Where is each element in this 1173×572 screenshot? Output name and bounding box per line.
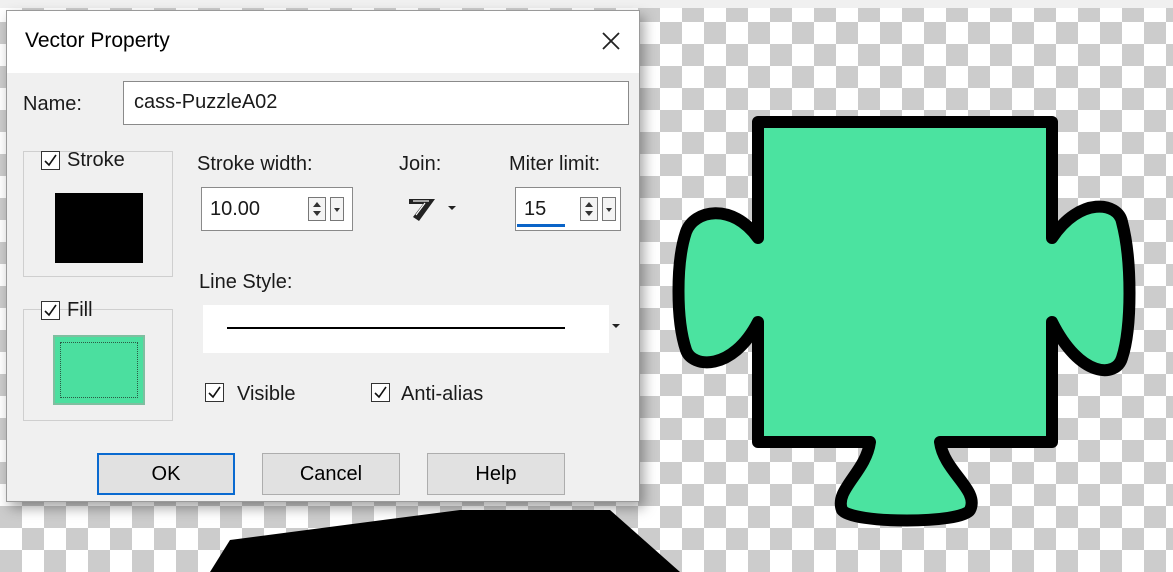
miter-limit-value[interactable]: 15 xyxy=(524,198,546,221)
canvas-dark-shape xyxy=(210,510,680,572)
ok-button[interactable]: OK xyxy=(97,453,235,495)
dialog-title: Vector Property xyxy=(25,29,170,52)
fill-checkbox[interactable] xyxy=(41,301,60,320)
anti-alias-label: Anti-alias xyxy=(401,383,484,405)
line-style-select[interactable] xyxy=(203,305,609,353)
chevron-down-icon xyxy=(606,208,612,212)
chevron-down-icon xyxy=(334,208,340,212)
stroke-label: Stroke xyxy=(67,149,125,171)
miter-limit-focus-underline xyxy=(517,224,565,227)
help-button[interactable]: Help xyxy=(427,453,565,495)
checkmark-icon xyxy=(208,386,221,399)
join-label: Join: xyxy=(399,153,442,175)
stroke-width-updown[interactable] xyxy=(308,197,326,221)
fill-focus-outline xyxy=(60,342,138,398)
vector-property-dialog: Vector Property Name: Stroke Fill Stroke… xyxy=(6,10,640,502)
miter-limit-dropdown[interactable] xyxy=(602,197,616,221)
chevron-down-icon xyxy=(448,206,456,210)
checkmark-icon xyxy=(44,154,57,167)
stroke-checkbox[interactable] xyxy=(41,151,60,170)
stroke-width-label: Stroke width: xyxy=(197,153,313,175)
fill-color-swatch[interactable] xyxy=(53,335,145,405)
spin-arrows-icon xyxy=(313,202,321,216)
close-button[interactable] xyxy=(589,21,633,61)
spin-arrows-icon xyxy=(585,202,593,216)
checkmark-icon xyxy=(44,304,57,317)
chevron-down-icon[interactable] xyxy=(611,321,621,331)
stroke-width-value[interactable]: 10.00 xyxy=(210,198,260,221)
miter-limit-updown[interactable] xyxy=(580,197,598,221)
puzzle-piece-shape[interactable] xyxy=(670,110,1140,530)
close-icon xyxy=(602,32,620,50)
miter-join-icon xyxy=(409,199,435,221)
checkmark-icon xyxy=(374,386,387,399)
anti-alias-checkbox[interactable] xyxy=(371,383,390,402)
stroke-color-swatch[interactable] xyxy=(55,193,143,263)
canvas-top-strip xyxy=(0,0,1173,8)
visible-checkbox[interactable] xyxy=(205,383,224,402)
miter-limit-label: Miter limit: xyxy=(509,153,601,175)
solid-line-preview xyxy=(227,327,565,329)
visible-label: Visible xyxy=(237,383,296,405)
cancel-button[interactable]: Cancel xyxy=(262,453,400,495)
dialog-titlebar: Vector Property xyxy=(7,11,639,73)
line-style-label: Line Style: xyxy=(199,271,293,293)
name-label: Name: xyxy=(23,93,82,115)
stroke-width-dropdown[interactable] xyxy=(330,197,344,221)
name-field[interactable] xyxy=(123,81,629,125)
name-input[interactable] xyxy=(124,82,614,122)
join-style-button[interactable] xyxy=(403,191,463,225)
stroke-width-spinner[interactable]: 10.00 xyxy=(201,187,353,231)
fill-label: Fill xyxy=(67,299,93,321)
